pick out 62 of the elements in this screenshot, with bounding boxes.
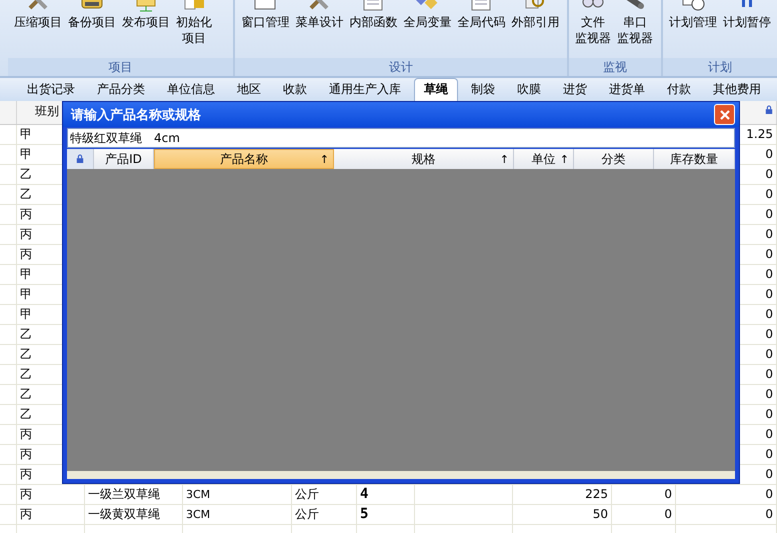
table-cell: 公斤 bbox=[292, 505, 357, 524]
column-header-label: 规格 bbox=[412, 150, 436, 168]
table-cell: 公斤 bbox=[292, 485, 357, 504]
ribbon-button[interactable]: 菜单设计 bbox=[293, 0, 346, 58]
table-cell: 丙 bbox=[17, 505, 85, 524]
table-cell: 0 bbox=[676, 485, 777, 504]
close-icon bbox=[718, 108, 730, 120]
tab[interactable]: 制袋 bbox=[462, 79, 504, 101]
table-cell: 3CM bbox=[183, 505, 292, 524]
group-label: 监视 bbox=[568, 58, 661, 76]
table-cell: 丙 bbox=[17, 485, 85, 504]
column-header-label: 分类 bbox=[602, 150, 626, 168]
ribbon-button[interactable]: 全局变量 bbox=[401, 0, 454, 58]
table-cell: 一级兰双草绳 bbox=[85, 485, 183, 504]
lock-icon bbox=[76, 154, 84, 164]
table-cell: 50 bbox=[513, 505, 612, 524]
table-cell: 4 bbox=[357, 485, 415, 504]
ribbon-button[interactable]: 外部引用 bbox=[509, 0, 562, 58]
column-header: 班别 bbox=[35, 104, 59, 118]
close-button[interactable] bbox=[714, 104, 735, 125]
column-header-label: 产品ID bbox=[105, 150, 142, 168]
ribbon-button[interactable]: 发布项目 bbox=[120, 0, 172, 58]
search-field[interactable]: 特级红双草绳 4cm bbox=[67, 128, 735, 148]
group-label: 项目 bbox=[8, 58, 234, 76]
table-cell: 一级黄双草绳 bbox=[85, 505, 183, 524]
ribbon-button[interactable]: 计划管理 bbox=[667, 0, 719, 58]
tab[interactable]: 产品分类 bbox=[88, 79, 154, 101]
ribbon-button[interactable]: 压缩项目 bbox=[12, 0, 64, 58]
sort-arrow: ↑ bbox=[560, 152, 569, 166]
table-cell: 0 bbox=[612, 505, 676, 524]
table-cell: 225 bbox=[513, 485, 612, 504]
ribbon-button[interactable]: 窗口管理 bbox=[239, 0, 292, 58]
tab[interactable]: 出货记录 bbox=[18, 79, 84, 101]
column-header-label: 单位 bbox=[532, 150, 556, 168]
group-label: 计划 bbox=[663, 58, 777, 76]
ribbon-button[interactable]: 计划暂停 bbox=[721, 0, 773, 58]
tab[interactable]: 付款 bbox=[658, 79, 700, 101]
column-header-label: 产品名称 bbox=[220, 150, 268, 168]
table-cell: 0 bbox=[676, 505, 777, 524]
table-cell: 0 bbox=[612, 485, 676, 504]
table-cell: 5 bbox=[357, 505, 415, 524]
tab[interactable]: 草绳 bbox=[414, 78, 458, 101]
tab[interactable]: 其他费用 bbox=[704, 79, 770, 101]
dialog-title: 请输入产品名称或规格 bbox=[71, 106, 201, 124]
tab[interactable]: 进货单 bbox=[600, 79, 654, 101]
ribbon-button[interactable]: 串口 监视器 bbox=[614, 0, 655, 58]
tab[interactable]: 单位信息 bbox=[158, 79, 224, 101]
tab[interactable]: 进货 bbox=[554, 79, 596, 101]
ribbon-button[interactable]: 内部函数 bbox=[347, 0, 400, 58]
table-cell: 3CM bbox=[183, 485, 292, 504]
sort-arrow: ↑ bbox=[500, 152, 509, 166]
column-header[interactable]: 产品名称 ↑ bbox=[154, 149, 334, 169]
group-label: 设计 bbox=[235, 58, 567, 76]
tab[interactable]: 通用生产入库 bbox=[320, 79, 410, 101]
tab[interactable]: 地区 bbox=[228, 79, 270, 101]
ribbon-button[interactable]: 文件 监视器 bbox=[572, 0, 613, 58]
tab[interactable]: 吹膜 bbox=[508, 79, 550, 101]
tab[interactable]: 收款 bbox=[274, 79, 316, 101]
ribbon-button[interactable]: 备份项目 bbox=[66, 0, 118, 58]
ribbon-button[interactable]: 初始化 项目 bbox=[174, 0, 214, 58]
sort-arrow: ↑ bbox=[320, 152, 329, 166]
ribbon-button[interactable]: 全局代码 bbox=[455, 0, 508, 58]
